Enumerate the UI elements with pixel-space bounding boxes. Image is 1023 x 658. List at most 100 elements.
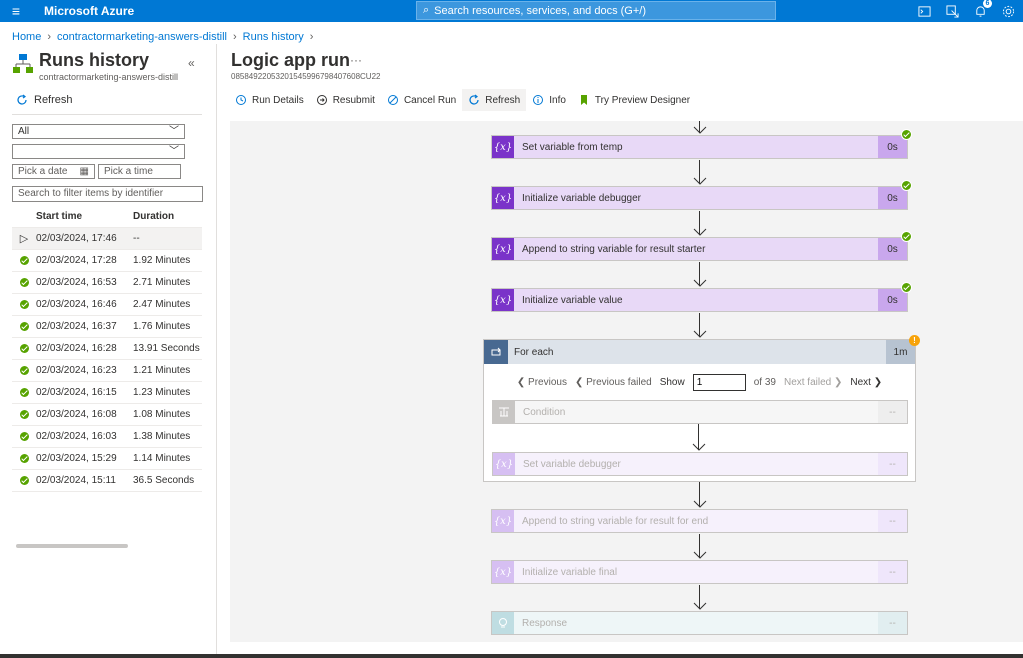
chevron-right-icon: ❯ [873, 376, 883, 388]
collapse-panel-icon[interactable]: « [188, 56, 195, 70]
bookmark-icon [580, 95, 587, 105]
chevron-left-icon: ❮ [516, 376, 526, 388]
table-row[interactable]: 02/03/2024, 16:03 1.38 Minutes [12, 426, 202, 448]
cloud-shell-icon[interactable] [917, 4, 931, 18]
success-status-icon [19, 388, 29, 397]
condition-label: Condition [523, 406, 566, 418]
success-check-icon [901, 129, 912, 140]
table-row[interactable]: 02/03/2024, 16:53 2.71 Minutes [12, 272, 202, 294]
secondary-filter-dropdown[interactable]: ﹀ [12, 144, 185, 159]
duration-cell: 1.23 Minutes [133, 387, 191, 398]
resubmit-button[interactable]: Resubmit [310, 89, 381, 111]
brand-title[interactable]: Microsoft Azure [44, 4, 134, 18]
more-options-icon[interactable]: ··· [350, 53, 362, 67]
next-button[interactable]: Next ❯ [850, 377, 882, 388]
panel-splitter [216, 44, 217, 658]
previous-failed-button[interactable]: ❮ Previous failed [575, 377, 652, 388]
connector-arrow [693, 211, 707, 237]
success-check-icon [901, 282, 912, 293]
date-picker[interactable]: Pick a date ▦ [12, 164, 95, 179]
table-row[interactable]: 02/03/2024, 16:46 2.47 Minutes [12, 294, 202, 316]
duration-cell: 2.47 Minutes [133, 299, 191, 310]
table-row[interactable]: 02/03/2024, 17:28 1.92 Minutes [12, 250, 202, 272]
directory-filter-icon[interactable] [945, 4, 959, 18]
start-time-cell: 02/03/2024, 16:23 [36, 365, 117, 376]
step-card[interactable]: {x} Initialize variable value 0s [491, 288, 908, 312]
column-header-start-time[interactable]: Start time [36, 211, 133, 222]
duration-cell: 1.08 Minutes [133, 409, 191, 420]
run-details-button[interactable]: Run Details [229, 89, 310, 111]
time-picker[interactable]: Pick a time [98, 164, 181, 179]
condition-card[interactable]: Condition -- [492, 400, 908, 424]
step-card[interactable]: {x} Set variable from temp 0s [491, 135, 908, 159]
global-search-input[interactable]: ⌕ Search resources, services, and docs (… [416, 1, 776, 20]
start-time-cell: 02/03/2024, 16:37 [36, 321, 117, 332]
iteration-input[interactable] [692, 373, 746, 391]
start-time-cell: 02/03/2024, 15:11 [36, 475, 116, 486]
info-button[interactable]: Info [526, 89, 572, 111]
success-status-icon [19, 366, 29, 375]
success-status-icon [19, 476, 29, 485]
success-status-icon [19, 256, 29, 265]
variable-icon: {x} [493, 453, 515, 475]
table-row[interactable]: 02/03/2024, 16:15 1.23 Minutes [12, 382, 202, 404]
info-icon [533, 95, 544, 105]
info-label: Info [549, 94, 566, 106]
table-row[interactable]: 02/03/2024, 16:37 1.76 Minutes [12, 316, 202, 338]
breadcrumb-app[interactable]: contractormarketing-answers-distill [57, 31, 227, 43]
set-variable-debugger-card[interactable]: {x} Set variable debugger -- [492, 452, 908, 476]
status-filter-dropdown[interactable]: All ﹀ [12, 124, 185, 139]
settings-icon[interactable] [1001, 4, 1015, 18]
table-row[interactable]: 02/03/2024, 16:08 1.08 Minutes [12, 404, 202, 426]
cancel-icon [387, 95, 398, 105]
duration-cell: 1.38 Minutes [133, 431, 191, 442]
table-row[interactable]: 02/03/2024, 16:23 1.21 Minutes [12, 360, 202, 382]
connector-arrow [693, 482, 707, 509]
duration-cell: 36.5 Seconds [133, 475, 195, 486]
try-preview-designer-button[interactable]: Try Preview Designer [572, 89, 696, 111]
table-row[interactable]: 02/03/2024, 15:29 1.14 Minutes [12, 448, 202, 470]
step-card[interactable]: {x} Initialize variable final -- [491, 560, 908, 584]
menu-icon[interactable]: ≡ [0, 3, 32, 19]
page-title: Logic app run [231, 50, 350, 70]
search-placeholder: Search resources, services, and docs (G+… [434, 4, 647, 17]
duration-cell: 1.21 Minutes [133, 365, 191, 376]
designer-canvas[interactable]: {x} Set variable from temp 0s {x} Initialize… [230, 121, 1023, 642]
for-each-header[interactable]: For each 1m [484, 340, 915, 364]
table-row[interactable]: 02/03/2024, 16:28 13.91 Seconds [12, 338, 202, 360]
table-row[interactable]: ▷ 02/03/2024, 17:46 -- [12, 228, 202, 250]
step-card[interactable]: {x} Append to string variable for result … [491, 237, 908, 261]
table-row[interactable]: 02/03/2024, 15:11 36.5 Seconds [12, 470, 202, 492]
success-status-icon [19, 322, 29, 331]
cancel-run-button[interactable]: Cancel Run [381, 89, 462, 111]
next-failed-button[interactable]: Next failed ❯ [784, 377, 842, 388]
for-each-scope[interactable]: For each 1m ! ❮ Previous ❮ Previous fail… [483, 335, 920, 482]
refresh-button[interactable]: Refresh [462, 89, 527, 111]
breadcrumb-home[interactable]: Home [12, 31, 41, 43]
success-status-icon [19, 300, 29, 309]
column-header-duration[interactable]: Duration [133, 211, 202, 222]
response-card[interactable]: Response -- [491, 611, 908, 635]
step-card[interactable]: {x} Initialize variable debugger 0s [491, 186, 908, 210]
running-status-icon: ▷ [19, 233, 29, 245]
runs-table-header: Start time Duration [12, 206, 202, 228]
refresh-runs-button[interactable]: Refresh [16, 94, 73, 106]
variable-icon: {x} [492, 561, 514, 583]
identifier-search-input[interactable]: Search to filter items by identifier [12, 186, 203, 202]
previous-label: Previous [528, 376, 567, 388]
run-id: 08584922053201545996798407608CU22 [231, 72, 381, 81]
start-time-cell: 02/03/2024, 16:03 [36, 431, 117, 442]
notifications-icon[interactable]: 6 [973, 0, 992, 18]
success-check-icon [901, 231, 912, 242]
horizontal-scrollbar[interactable] [16, 544, 128, 548]
time-placeholder: Pick a time [104, 166, 153, 177]
previous-failed-label: Previous failed [586, 376, 652, 388]
step-card[interactable]: {x} Append to string variable for result … [491, 509, 908, 533]
breadcrumb-runs-history[interactable]: Runs history [243, 31, 304, 43]
next-failed-label: Next failed [783, 376, 832, 388]
connector-arrow [693, 534, 707, 560]
success-status-icon [19, 344, 29, 353]
previous-button[interactable]: ❮ Previous [517, 377, 567, 388]
runs-history-subtitle: contractormarketing-answers-distill [39, 72, 179, 82]
variable-icon: {x} [492, 136, 514, 158]
